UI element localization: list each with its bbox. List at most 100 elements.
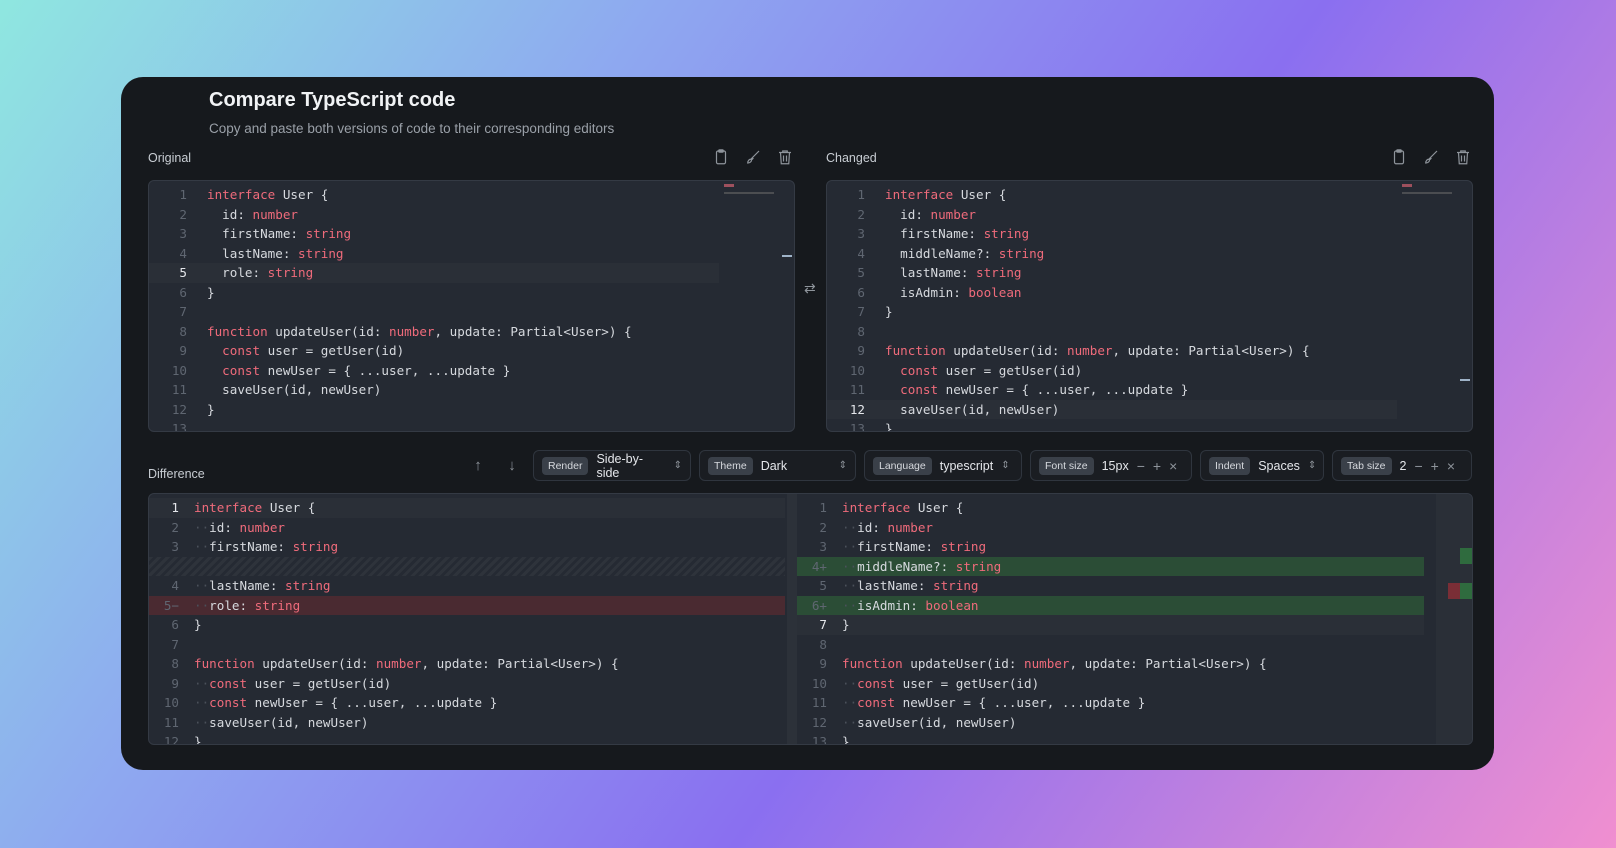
left-scrollbar[interactable] bbox=[787, 494, 797, 744]
code-line[interactable]: 3 firstName: string bbox=[827, 224, 1472, 244]
diff-row-normal[interactable]: 12 ··saveUser(id, newUser) bbox=[797, 713, 1424, 733]
diff-row-normal[interactable]: 3 ··firstName: string bbox=[149, 537, 785, 557]
code-line[interactable]: 9 const user = getUser(id) bbox=[149, 341, 794, 361]
trash-icon[interactable] bbox=[1454, 148, 1472, 166]
code-token: newUser = { ...user, ...update } bbox=[247, 695, 498, 710]
whitespace-marker: ·· bbox=[194, 597, 210, 613]
swap-icon[interactable]: ⇄ bbox=[804, 280, 816, 297]
line-code: ··id: number bbox=[194, 518, 285, 538]
indent-select[interactable]: Indent Spaces ⇕ bbox=[1200, 450, 1324, 481]
line-code: function updateUser(id: number, update: … bbox=[194, 654, 619, 674]
code-token: firstName: bbox=[209, 539, 293, 554]
original-editor[interactable]: 1 interface User {2 id: number 3 firstName… bbox=[148, 180, 795, 432]
code-line[interactable]: 6} bbox=[149, 283, 794, 303]
diff-row-normal[interactable]: 2 ··id: number bbox=[149, 518, 785, 538]
code-line[interactable]: 13} bbox=[827, 419, 1472, 431]
code-line[interactable]: 13 bbox=[149, 419, 794, 431]
code-line[interactable]: 11 saveUser(id, newUser) bbox=[149, 380, 794, 400]
code-line[interactable]: 4 lastName: string bbox=[149, 244, 794, 264]
code-line[interactable]: 12 saveUser(id, newUser) bbox=[827, 399, 1397, 420]
line-code: ··id: number bbox=[842, 518, 933, 538]
diff-row-normal[interactable]: 8 bbox=[797, 635, 1424, 655]
diff-row-normal[interactable]: 11 ··saveUser(id, newUser) bbox=[149, 713, 785, 733]
diff-row-removed[interactable]: 5− ··role: string bbox=[149, 595, 785, 615]
diff-row-normal[interactable]: 9 function updateUser(id: number, update:… bbox=[797, 654, 1424, 674]
diff-row-normal[interactable]: 7 bbox=[149, 635, 785, 655]
minus-icon[interactable]: − bbox=[1414, 458, 1422, 474]
language-select[interactable]: Language typescript ⇕ bbox=[864, 450, 1022, 481]
code-line[interactable]: 8 bbox=[827, 322, 1472, 342]
close-icon[interactable]: × bbox=[1169, 458, 1177, 474]
previous-diff-button[interactable]: ↑ bbox=[465, 457, 491, 474]
code-line[interactable]: 7} bbox=[827, 302, 1472, 322]
keyword-token: number bbox=[887, 519, 934, 535]
clipboard-icon[interactable] bbox=[1390, 148, 1408, 166]
diff-row-normal[interactable]: 8 function updateUser(id: number, update:… bbox=[149, 654, 785, 674]
line-number: 6 bbox=[857, 284, 865, 300]
code-line[interactable]: 5 role: string bbox=[149, 263, 719, 283]
code-line[interactable]: 10 const newUser = { ...user, ...update … bbox=[149, 361, 794, 381]
clipboard-icon[interactable] bbox=[712, 148, 730, 166]
next-diff-button[interactable]: ↓ bbox=[499, 457, 525, 474]
line-number: 3 bbox=[857, 226, 865, 241]
keyword-token: number bbox=[1067, 343, 1113, 358]
tab-size-value[interactable]: 2 bbox=[1400, 459, 1407, 473]
whitespace-marker: ·· bbox=[194, 695, 210, 710]
line-number: 2 bbox=[819, 519, 827, 535]
diff-row-normal[interactable]: 10 ··const newUser = { ...user, ...update… bbox=[149, 693, 785, 713]
changed-editor[interactable]: 1 interface User {2 id: number 3 firstName… bbox=[826, 180, 1473, 432]
font-size-value[interactable]: 15px bbox=[1102, 459, 1129, 473]
code-line[interactable]: 3 firstName: string bbox=[149, 224, 794, 244]
brush-icon[interactable] bbox=[744, 148, 762, 166]
theme-select[interactable]: Theme Dark ⇕ bbox=[699, 450, 856, 481]
code-line[interactable]: 2 id: number bbox=[149, 205, 794, 225]
code-line[interactable]: 1 interface User { bbox=[149, 185, 794, 205]
diff-row-normal[interactable]: 2 ··id: number bbox=[797, 518, 1424, 538]
diff-row-normal[interactable]: 12} bbox=[149, 732, 785, 744]
diff-row-empty[interactable] bbox=[149, 556, 785, 576]
code-line[interactable]: 1 interface User { bbox=[827, 185, 1472, 205]
render-select[interactable]: Render Side-by-side ⇕ bbox=[533, 450, 691, 481]
diff-row-normal[interactable]: 11 ··const newUser = { ...user, ...update… bbox=[797, 693, 1424, 713]
line-code: ··middleName?: string bbox=[842, 557, 1001, 577]
code-line[interactable]: 6 isAdmin: boolean bbox=[827, 283, 1472, 303]
code-line[interactable]: 12} bbox=[149, 400, 794, 420]
diff-row-normal[interactable]: 3 ··firstName: string bbox=[797, 537, 1424, 557]
diff-row-normal[interactable]: 5 ··lastName: string bbox=[797, 576, 1424, 596]
diff-row-normal[interactable]: 7} bbox=[797, 615, 1424, 635]
theme-tag: Theme bbox=[708, 456, 753, 475]
close-icon[interactable]: × bbox=[1447, 458, 1455, 474]
render-tag: Render bbox=[542, 456, 589, 475]
code-line[interactable]: 4 middleName?: string bbox=[827, 244, 1472, 264]
code-line[interactable]: 7 bbox=[149, 302, 794, 322]
diff-row-normal[interactable]: 10 ··const user = getUser(id) bbox=[797, 674, 1424, 694]
code-line[interactable]: 2 id: number bbox=[827, 205, 1472, 225]
diff-row-normal[interactable]: 4 ··lastName: string bbox=[149, 576, 785, 596]
diff-row-normal[interactable]: 6} bbox=[149, 615, 785, 635]
diff-row-normal[interactable]: 13} bbox=[797, 732, 1424, 744]
code-line[interactable]: 9 function updateUser(id: number, update:… bbox=[827, 341, 1472, 361]
line-code: const newUser = { ...user, ...update } bbox=[207, 361, 510, 381]
code-line[interactable]: 10 const user = getUser(id) bbox=[827, 361, 1472, 381]
code-token: isAdmin: bbox=[885, 284, 969, 300]
diff-row-normal[interactable]: 1 interface User { bbox=[797, 498, 1424, 518]
diff-row-normal[interactable]: 1 interface User { bbox=[149, 498, 785, 518]
code-token: User { bbox=[262, 500, 316, 515]
plus-icon[interactable]: + bbox=[1431, 458, 1439, 474]
trash-icon[interactable] bbox=[776, 148, 794, 166]
whitespace-marker: ·· bbox=[842, 558, 858, 574]
code-line[interactable]: 8 function updateUser(id: number, update:… bbox=[149, 322, 794, 342]
code-line[interactable]: 11 const newUser = { ...user, ...update … bbox=[827, 380, 1472, 400]
diff-row-normal[interactable]: 9 ··const user = getUser(id) bbox=[149, 674, 785, 694]
page-title: Compare TypeScript code bbox=[209, 89, 456, 111]
code-line[interactable]: 5 lastName: string bbox=[827, 263, 1472, 283]
plus-icon[interactable]: + bbox=[1153, 458, 1161, 474]
diff-row-added[interactable]: 6+ ··isAdmin: boolean bbox=[797, 595, 1424, 615]
line-code: isAdmin: boolean bbox=[885, 283, 1021, 303]
diff-editor[interactable]: 1 interface User {2 ··id: number 3 ··firstNa… bbox=[148, 493, 1473, 745]
minus-icon[interactable]: − bbox=[1137, 458, 1145, 474]
brush-icon[interactable] bbox=[1422, 148, 1440, 166]
line-code: saveUser(id, newUser) bbox=[885, 400, 1059, 420]
line-code: saveUser(id, newUser) bbox=[207, 380, 381, 400]
diff-row-added[interactable]: 4+ ··middleName?: string bbox=[797, 556, 1424, 577]
